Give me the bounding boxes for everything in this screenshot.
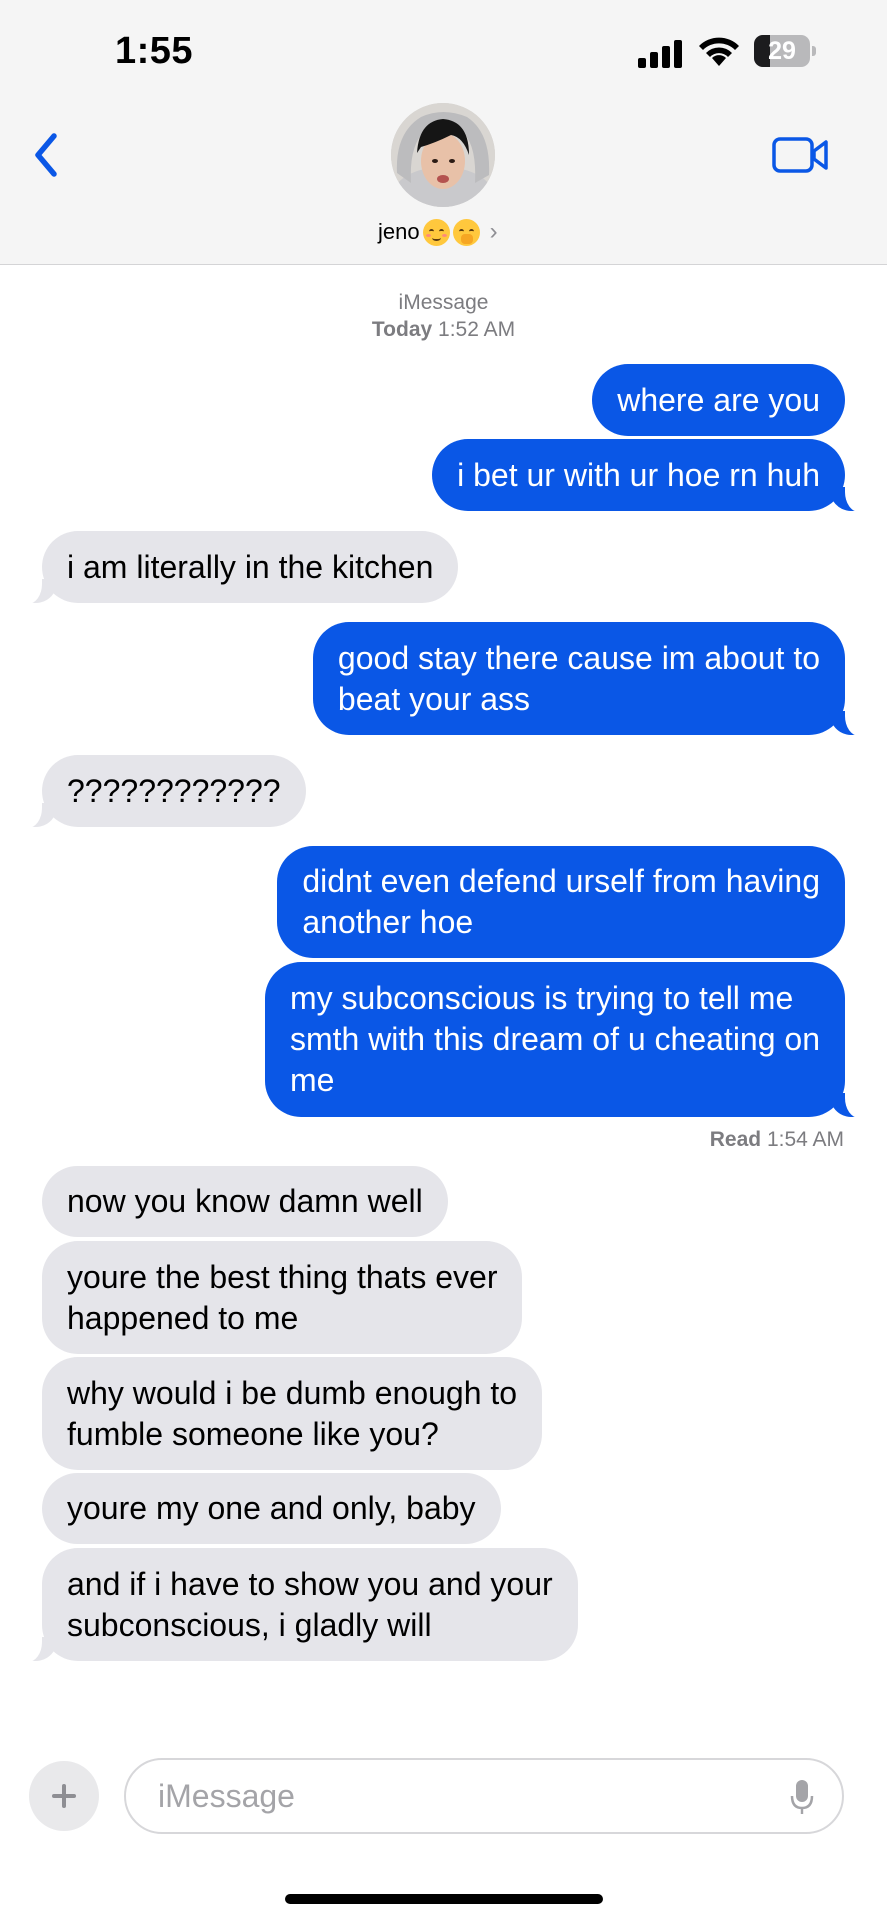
outgoing-message[interactable]: where are you xyxy=(592,364,845,436)
conversation-header: 1:55 29 jeno › xyxy=(0,0,887,265)
incoming-message[interactable]: now you know damn well xyxy=(42,1166,448,1237)
outgoing-message[interactable]: my subconscious is trying to tell me smt… xyxy=(264,962,868,1118)
battery-indicator: 29 xyxy=(754,35,816,67)
plus-icon[interactable] xyxy=(29,1761,99,1831)
incoming-message[interactable]: youre my one and only, baby xyxy=(42,1473,501,1544)
contact-name: jeno xyxy=(378,219,420,244)
outgoing-message[interactable]: didnt even defend urself from having ano… xyxy=(277,846,845,958)
service-label: iMessage xyxy=(398,291,489,314)
home-indicator[interactable] xyxy=(285,1894,603,1904)
outgoing-message[interactable]: i bet ur with ur hoe rn huh xyxy=(432,439,867,512)
message-input[interactable] xyxy=(156,1776,740,1816)
face-with-hand-over-mouth-icon xyxy=(452,218,480,246)
read-receipt: Read 1:54 AM xyxy=(709,1128,844,1151)
message-input-field[interactable] xyxy=(124,1758,844,1834)
chevron-right-icon: › xyxy=(489,218,498,245)
status-time: 1:55 xyxy=(115,30,194,72)
incoming-message[interactable]: youre the best thing thats ever happened… xyxy=(42,1241,523,1354)
outgoing-message[interactable]: good stay there cause im about to beat y… xyxy=(312,622,868,736)
incoming-message[interactable]: i am literally in the kitchen xyxy=(19,531,459,604)
relieved-face-icon xyxy=(422,218,450,246)
microphone-icon[interactable] xyxy=(790,1778,814,1816)
cellular-signal-icon xyxy=(638,40,684,68)
wifi-icon xyxy=(699,37,739,66)
incoming-message[interactable]: ???????????? xyxy=(20,755,306,828)
chevron-left-icon[interactable] xyxy=(28,130,68,180)
video-camera-icon[interactable] xyxy=(772,136,830,174)
contact-avatar[interactable] xyxy=(391,103,495,207)
incoming-message[interactable]: why would i be dumb enough to fumble som… xyxy=(42,1357,543,1470)
conversation-timestamp: Today 1:52 AM xyxy=(371,318,516,341)
battery-level: 29 xyxy=(768,37,796,65)
incoming-message[interactable]: and if i have to show you and your subco… xyxy=(20,1548,578,1662)
contact-name-button[interactable]: jeno › xyxy=(378,214,498,250)
